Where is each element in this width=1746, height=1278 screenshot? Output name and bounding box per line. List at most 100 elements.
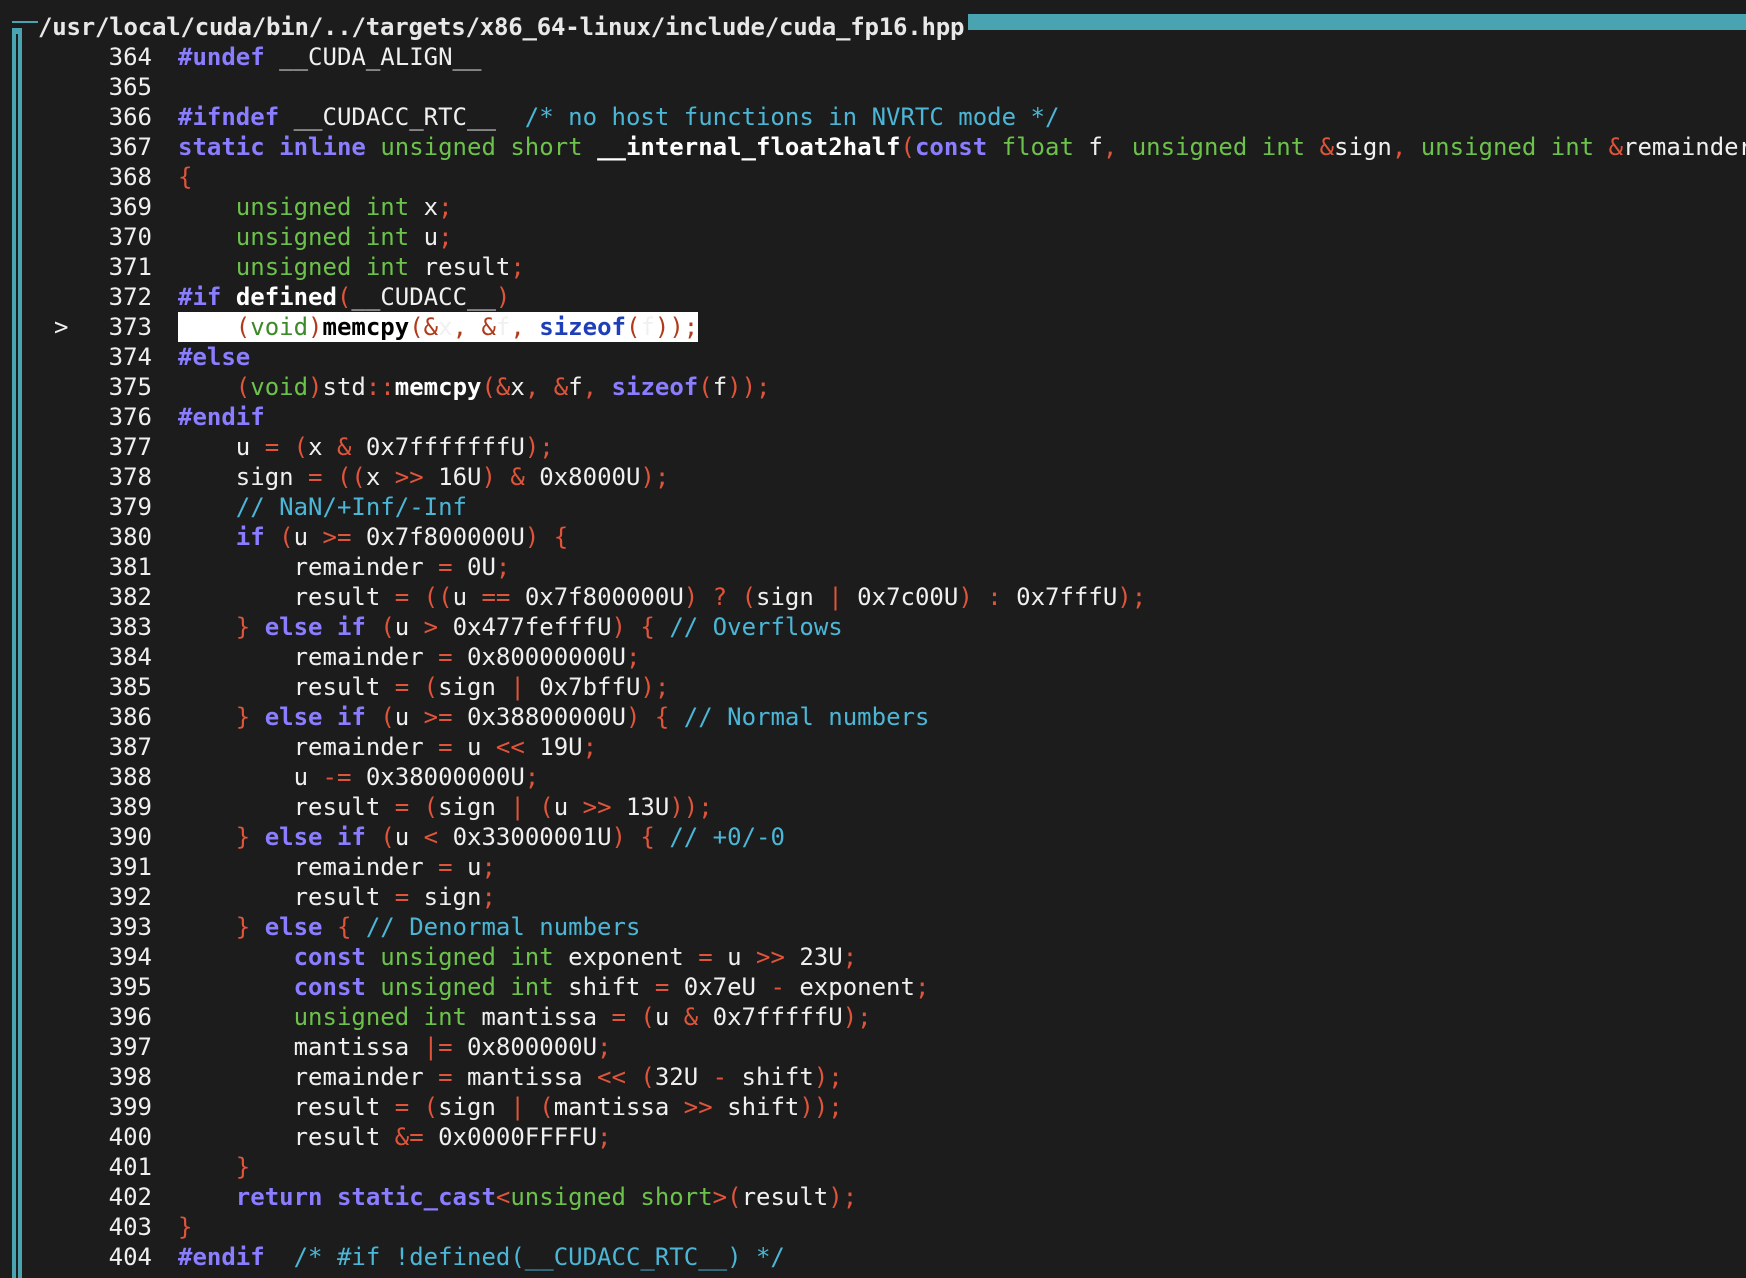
source-line[interactable]: 369 unsigned int x; <box>0 192 1746 222</box>
code-token: #endif <box>178 1243 265 1271</box>
code-token: x <box>308 433 337 461</box>
source-line[interactable]: 367 static inline unsigned short __intern… <box>0 132 1746 162</box>
source-line[interactable]: 400 result &= 0x0000FFFFU; <box>0 1122 1746 1152</box>
code-token: 0x7eU <box>669 973 771 1001</box>
code-token: } <box>235 823 251 851</box>
code-token: u <box>452 733 496 761</box>
source-line[interactable]: 390 } else if (u < 0x33000001U) { // +0/… <box>0 822 1746 852</box>
source-line[interactable]: 376 #endif <box>0 402 1746 432</box>
source-line[interactable]: 391 remainder = u; <box>0 852 1746 882</box>
code-token: 0x33000001U <box>438 823 612 851</box>
code-token: 0x7c00U <box>842 583 959 611</box>
line-number: 384 <box>108 643 152 671</box>
code-token: unsigned short <box>380 133 583 161</box>
code-token: = <box>654 973 670 1001</box>
source-line[interactable]: 402 return static_cast<unsigned short>(r… <box>0 1182 1746 1212</box>
code-token: = <box>698 943 713 971</box>
source-line[interactable]: 399 result = (sign | (mantissa >> shift)… <box>0 1092 1746 1122</box>
code-token: /* #if !defined(__CUDACC_RTC__) */ <box>293 1243 785 1271</box>
source-line[interactable]: 364 #undef __CUDA_ALIGN__ <box>0 42 1746 72</box>
code-token: sign <box>409 883 482 911</box>
source-line[interactable]: 366 #ifndef __CUDACC_RTC__ /* no host fun… <box>0 102 1746 132</box>
code-token: ) <box>495 283 511 311</box>
source-line[interactable]: 380 if (u >= 0x7f800000U) { <box>0 522 1746 552</box>
source-line[interactable]: 395 const unsigned int shift = 0x7eU - e… <box>0 972 1746 1002</box>
source-line[interactable]: 398 remainder = mantissa << (32U - shift… <box>0 1062 1746 1092</box>
source-line[interactable]: 401 } <box>0 1152 1746 1182</box>
code-token: - <box>770 973 785 1001</box>
code-token: | <box>828 583 843 611</box>
source-line[interactable]: 379 // NaN/+Inf/-Inf <box>0 492 1746 522</box>
source-line[interactable]: 385 result = (sign | 0x7bffU); <box>0 672 1746 702</box>
source-line[interactable]: 377 u = (x & 0x7fffffffU); <box>0 432 1746 462</box>
code-token: ); <box>813 1063 843 1091</box>
code-token: unsigned short <box>510 1183 713 1211</box>
source-text: result = (sign | (mantissa >> shift)); <box>178 1092 843 1122</box>
code-token: & <box>336 433 352 461</box>
code-token: ); <box>640 673 670 701</box>
source-line[interactable]: 371 unsigned int result; <box>0 252 1746 282</box>
line-number: 375 <box>108 373 152 401</box>
code-token: >> <box>582 793 612 821</box>
source-line[interactable]: 378 sign = ((x >> 16U) & 0x8000U); <box>0 462 1746 492</box>
code-token: mantissa <box>452 1063 598 1091</box>
code-token: ) <box>308 373 323 401</box>
source-text: mantissa |= 0x800000U; <box>178 1032 612 1062</box>
source-line[interactable]: 384 remainder = 0x80000000U; <box>0 642 1746 672</box>
code-token: f <box>495 313 511 341</box>
source-line[interactable]: 368 { <box>0 162 1746 192</box>
source-text: unsigned int x; <box>178 192 453 222</box>
source-line[interactable]: 374 #else <box>0 342 1746 372</box>
source-line[interactable]: 404 #endif /* #if !defined(__CUDACC_RTC__… <box>0 1242 1746 1272</box>
source-line[interactable]: 381 remainder = 0U; <box>0 552 1746 582</box>
source-line[interactable]: 375 (void)std::memcpy(&x, &f, sizeof(f))… <box>0 372 1746 402</box>
source-line[interactable]: 393 } else { // Denormal numbers <box>0 912 1746 942</box>
code-token: } <box>235 913 251 941</box>
source-line[interactable]: 388 u -= 0x38000000U; <box>0 762 1746 792</box>
source-line[interactable]: 397 mantissa |= 0x800000U; <box>0 1032 1746 1062</box>
code-token: /* no host functions in NVRTC mode */ <box>524 103 1060 131</box>
code-token: sign <box>756 583 829 611</box>
code-token: memcpy <box>394 373 482 401</box>
code-token: ; <box>495 553 511 581</box>
code-token: u <box>394 613 424 641</box>
code-token: (( <box>423 583 453 611</box>
source-code-view[interactable]: 364 #undef __CUDA_ALIGN__ 365 366 #ifndef __… <box>0 42 1746 1272</box>
source-text: result = sign; <box>178 882 496 912</box>
code-token: sign <box>438 673 511 701</box>
source-line[interactable]: 389 result = (sign | (u >> 13U)); <box>0 792 1746 822</box>
source-line[interactable]: 370 unsigned int u; <box>0 222 1746 252</box>
source-line[interactable]: >373 (void)memcpy(&x, &f, sizeof(f)); <box>0 312 1746 342</box>
source-line[interactable]: 382 result = ((u == 0x7f800000U) ? (sign… <box>0 582 1746 612</box>
source-line[interactable]: 386 } else if (u >= 0x38800000U) { // No… <box>0 702 1746 732</box>
source-line[interactable]: 372 #if defined(__CUDACC__) <box>0 282 1746 312</box>
source-line[interactable]: 392 result = sign; <box>0 882 1746 912</box>
code-token: ( <box>625 313 641 341</box>
source-line[interactable]: 387 remainder = u << 19U; <box>0 732 1746 762</box>
code-token: { <box>553 523 569 551</box>
source-line[interactable]: 365 <box>0 72 1746 102</box>
source-line[interactable]: 403} <box>0 1212 1746 1242</box>
line-number: 391 <box>108 853 152 881</box>
source-line[interactable]: 383 } else if (u > 0x477fefffU) { // Ove… <box>0 612 1746 642</box>
source-line[interactable]: 394 const unsigned int exponent = u >> 2… <box>0 942 1746 972</box>
source-line[interactable]: 396 unsigned int mantissa = (u & 0x7ffff… <box>0 1002 1746 1032</box>
code-token: ( <box>698 373 713 401</box>
window-title: /usr/local/cuda/bin/../targets/x86_64-li… <box>38 12 969 42</box>
code-token: | <box>510 1093 525 1121</box>
code-token: ; <box>481 883 496 911</box>
code-token: (& <box>481 373 511 401</box>
code-token: else if <box>264 823 366 851</box>
source-text: #undef __CUDA_ALIGN__ <box>178 42 481 72</box>
